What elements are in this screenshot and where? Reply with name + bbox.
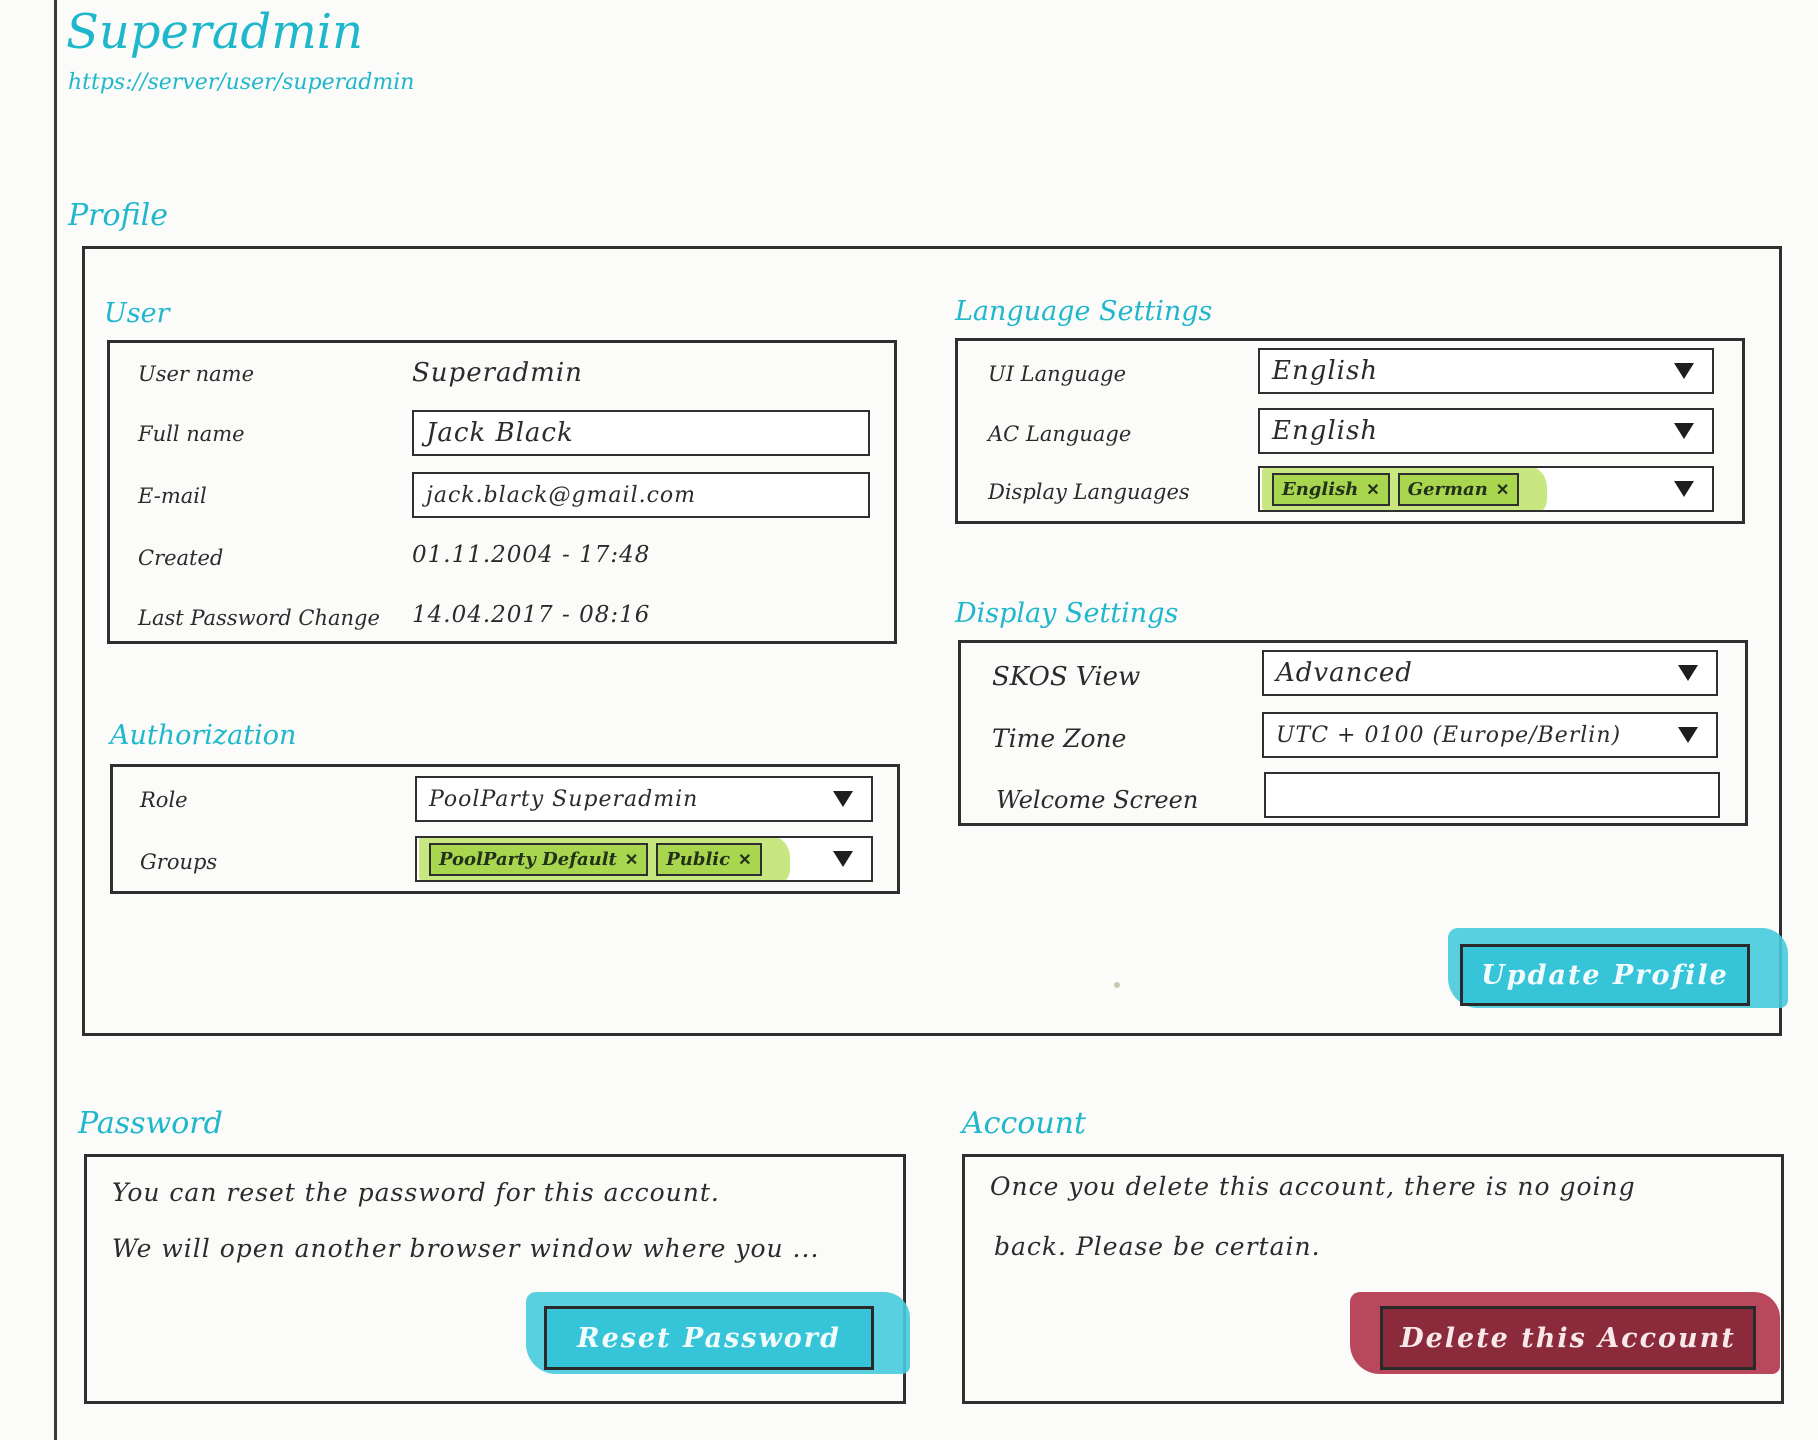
time-zone-select[interactable]: UTC + 0100 (Europe/Berlin) [1262,712,1718,758]
close-icon[interactable]: ✕ [625,850,638,869]
reset-password-button[interactable]: Reset Password [544,1306,874,1370]
ac-language-value: English [1272,416,1379,446]
chevron-down-icon [833,791,853,807]
update-profile-button[interactable]: Update Profile [1460,944,1750,1006]
time-zone-label: Time Zone [992,724,1127,753]
password-text-line2: We will open another browser window wher… [112,1234,820,1263]
language-settings-title: Language Settings [955,296,1213,327]
close-icon[interactable]: ✕ [738,850,751,869]
welcome-screen-field[interactable] [1264,772,1720,818]
chevron-down-icon [833,851,853,867]
authorization-section-title: Authorization [110,720,297,751]
chevron-down-icon [1674,481,1694,497]
email-label: E-mail [138,484,207,508]
password-text-line1: You can reset the password for this acco… [112,1178,720,1207]
groups-select[interactable]: PoolParty Default ✕ Public ✕ [415,836,873,882]
paper-speck [1114,982,1120,988]
user-section-title: User [104,298,170,329]
display-settings-title: Display Settings [955,598,1179,629]
page-title: Superadmin [66,4,363,60]
language-chip[interactable]: English ✕ [1272,472,1390,506]
group-chip[interactable]: PoolParty Default ✕ [429,842,649,876]
profile-section-title: Profile [68,198,168,233]
fullname-field-value: Jack Black [426,418,574,448]
welcome-screen-label: Welcome Screen [996,786,1199,814]
last-password-change-value: 14.04.2017 - 08:16 [412,602,651,628]
chevron-down-icon [1678,665,1698,681]
display-languages-select[interactable]: English ✕ German ✕ [1258,466,1714,512]
chevron-down-icon [1674,423,1694,439]
language-chip[interactable]: German ✕ [1397,472,1520,506]
skos-view-label: SKOS View [992,662,1141,692]
delete-account-button[interactable]: Delete this Account [1380,1306,1756,1370]
skos-view-value: Advanced [1276,658,1413,688]
role-select-value: PoolParty Superadmin [429,786,699,812]
account-section-title: Account [962,1106,1087,1141]
time-zone-value: UTC + 0100 (Europe/Berlin) [1276,722,1622,748]
groups-label: Groups [140,850,218,874]
ui-language-select[interactable]: English [1258,348,1714,394]
page-left-rule [54,0,57,1440]
created-label: Created [138,546,224,570]
close-icon[interactable]: ✕ [1366,480,1379,499]
account-text-line2: back. Please be certain. [994,1232,1321,1261]
group-chip[interactable]: Public ✕ [656,842,762,876]
page-url[interactable]: https://server/user/superadmin [68,70,414,95]
email-field-value: jack.black@gmail.com [426,482,697,508]
username-value: Superadmin [412,358,583,388]
created-value: 01.11.2004 - 17:48 [412,542,651,568]
last-password-change-label: Last Password Change [138,606,380,630]
chevron-down-icon [1678,727,1698,743]
groups-chip-list: PoolParty Default ✕ Public ✕ [419,838,789,880]
username-label: User name [138,362,255,386]
display-languages-label: Display Languages [988,480,1190,504]
fullname-field[interactable]: Jack Black [412,410,870,456]
role-label: Role [140,788,188,812]
account-text-line1: Once you delete this account, there is n… [990,1172,1636,1201]
email-field[interactable]: jack.black@gmail.com [412,472,870,518]
fullname-label: Full name [138,422,245,446]
ui-language-value: English [1272,356,1379,386]
skos-view-select[interactable]: Advanced [1262,650,1718,696]
password-section-title: Password [78,1106,223,1141]
close-icon[interactable]: ✕ [1496,480,1509,499]
display-languages-chip-list: English ✕ German ✕ [1261,468,1548,510]
ac-language-select[interactable]: English [1258,408,1714,454]
chevron-down-icon [1674,363,1694,379]
ac-language-label: AC Language [988,422,1132,446]
role-select[interactable]: PoolParty Superadmin [415,776,873,822]
ui-language-label: UI Language [988,362,1127,386]
